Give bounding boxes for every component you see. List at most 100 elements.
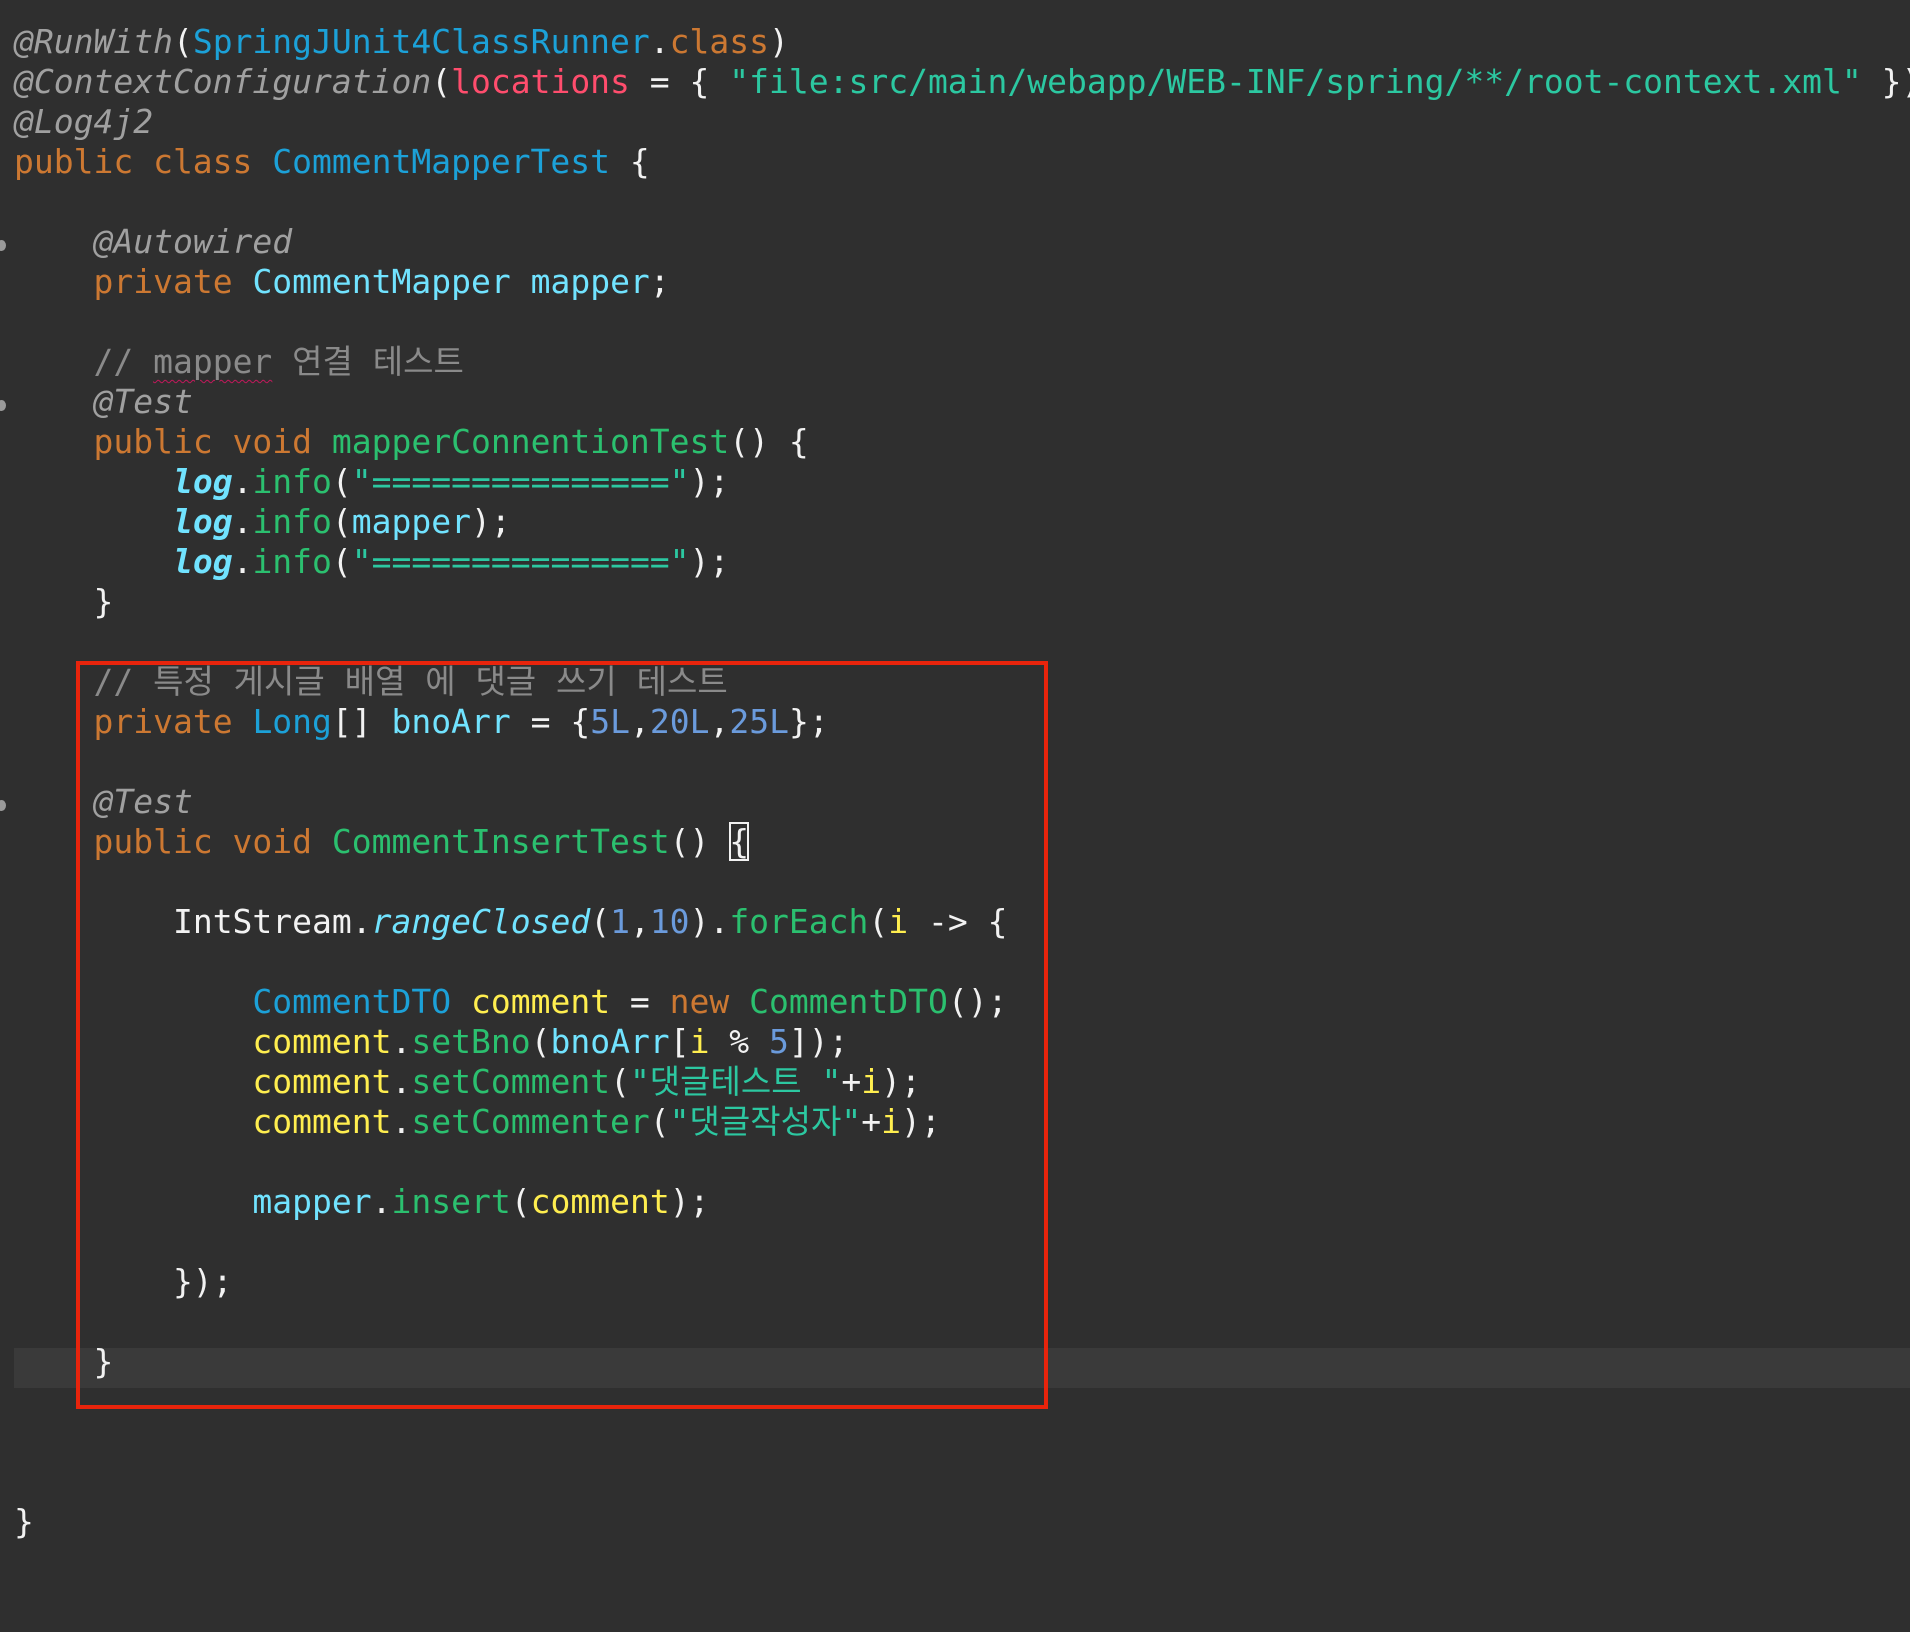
code-line[interactable]: public class CommentMapperTest { <box>14 142 1910 182</box>
code-token: 연결 테스트 <box>272 342 464 381</box>
code-token: bnoArr <box>391 702 511 741</box>
code-line[interactable] <box>14 182 1910 222</box>
code-line[interactable] <box>14 1142 1910 1182</box>
code-token: ]); <box>788 1022 849 1061</box>
code-token: . <box>391 1102 412 1141</box>
code-line[interactable]: // mapper 연결 테스트 <box>14 342 1910 382</box>
code-line[interactable]: log.info("==============="); <box>14 542 1910 582</box>
code-editor[interactable]: @RunWith(SpringJUnit4ClassRunner.class) @… <box>0 0 1910 1632</box>
code-line[interactable]: log.info("==============="); <box>14 462 1910 502</box>
code-line[interactable]: private Long[] bnoArr = {5L,20L,25L}; <box>14 702 1910 742</box>
code-token: CommentDTO <box>749 982 948 1021</box>
code-line[interactable] <box>14 622 1910 662</box>
code-token: ); <box>471 502 511 541</box>
code-token: { <box>729 822 750 861</box>
code-line[interactable]: public void CommentInsertTest() { <box>14 822 1910 862</box>
code-line[interactable]: // 특정 게시글 배열 에 댓글 쓰기 테스트 <box>14 662 1910 702</box>
code-line[interactable]: }); <box>14 1262 1910 1302</box>
code-token: mapper <box>351 502 472 541</box>
code-line[interactable]: @Autowired <box>14 222 1910 262</box>
code-token: . <box>391 1022 412 1061</box>
code-line[interactable]: @Test <box>14 782 1910 822</box>
code-token: } <box>14 1502 34 1541</box>
code-token: IntStream <box>172 902 352 941</box>
code-token: ( <box>331 502 352 541</box>
code-token: "댓글테스트 " <box>629 1062 842 1101</box>
code-token: "===============" <box>351 462 690 501</box>
code-line[interactable]: comment.setCommenter("댓글작성자"+i); <box>14 1102 1910 1142</box>
code-token: ); <box>689 462 730 501</box>
code-line[interactable] <box>14 302 1910 342</box>
code-token: @RunWith <box>14 22 173 61</box>
code-token: class <box>669 22 770 61</box>
code-token: 25L <box>729 702 789 741</box>
code-token: . <box>232 502 253 541</box>
code-token: ); <box>669 1182 710 1221</box>
code-token: "댓글작성자" <box>669 1102 862 1141</box>
code-line[interactable] <box>14 1462 1910 1502</box>
code-token: i <box>861 1062 882 1101</box>
code-token: (); <box>947 982 1008 1021</box>
code-line[interactable] <box>14 862 1910 902</box>
code-line[interactable] <box>14 1422 1910 1462</box>
code-line[interactable]: private CommentMapper mapper; <box>14 262 1910 302</box>
code-line[interactable] <box>14 942 1910 982</box>
code-token: }) <box>1881 62 1910 101</box>
fold-marker-autowired[interactable] <box>0 240 6 251</box>
code-token: @Test <box>93 782 193 821</box>
code-line[interactable]: comment.setComment("댓글테스트 "+i); <box>14 1062 1910 1102</box>
code-line[interactable]: } <box>14 582 1910 622</box>
code-token: + <box>841 1062 862 1101</box>
code-token: = { <box>510 702 591 741</box>
code-line[interactable]: public void mapperConnentionTest() { <box>14 422 1910 462</box>
code-line[interactable]: log.info(mapper); <box>14 502 1910 542</box>
fold-marker-test-2[interactable] <box>0 800 6 811</box>
code-line[interactable] <box>14 742 1910 782</box>
code-lines[interactable]: @RunWith(SpringJUnit4ClassRunner.class) @… <box>14 22 1910 1542</box>
code-line[interactable]: } <box>14 1342 1910 1382</box>
code-token: ) <box>769 22 789 61</box>
code-token: private <box>93 262 253 301</box>
code-token: () <box>669 822 730 861</box>
code-token: setCommenter <box>411 1102 650 1141</box>
code-token: "===============" <box>351 542 690 581</box>
code-line[interactable]: comment.setBno(bnoArr[i % 5]); <box>14 1022 1910 1062</box>
fold-marker-test-1[interactable] <box>0 400 6 411</box>
code-line[interactable]: @ContextConfiguration(locations = { "fil… <box>14 62 1910 102</box>
code-token: % <box>709 1022 770 1061</box>
code-line[interactable]: mapper.insert(comment); <box>14 1182 1910 1222</box>
code-token: 1 <box>610 902 630 941</box>
code-line[interactable]: @RunWith(SpringJUnit4ClassRunner.class) <box>14 22 1910 62</box>
code-token: comment <box>252 1062 392 1101</box>
code-token: "file:src/main/webapp/WEB-INF/spring/**/… <box>729 62 1862 101</box>
code-line[interactable]: CommentDTO comment = new CommentDTO(); <box>14 982 1910 1022</box>
code-line[interactable]: } <box>14 1502 1910 1542</box>
code-line[interactable]: IntStream.rangeClosed(1,10).forEach(i ->… <box>14 902 1910 942</box>
code-token: Long <box>252 702 332 741</box>
code-token: setBno <box>411 1022 531 1061</box>
code-token: . <box>232 462 253 501</box>
code-token: CommentMapper <box>252 262 511 301</box>
code-token: insert <box>391 1182 511 1221</box>
code-token: SpringJUnit4ClassRunner <box>192 22 650 61</box>
code-token: @Test <box>93 382 193 421</box>
code-line[interactable] <box>14 1222 1910 1262</box>
code-token: ); <box>689 542 730 581</box>
code-token: . <box>391 1062 412 1101</box>
code-token: ( <box>331 462 352 501</box>
code-line[interactable]: @Log4j2 <box>14 102 1910 142</box>
code-line[interactable]: @Test <box>14 382 1910 422</box>
code-token: forEach <box>729 902 869 941</box>
code-token: [ <box>669 1022 690 1061</box>
code-line[interactable] <box>14 1302 1910 1342</box>
code-token: new <box>669 982 750 1021</box>
code-line[interactable] <box>14 1382 1910 1422</box>
code-token: public class <box>14 142 273 181</box>
code-token: // <box>93 342 154 381</box>
code-token: ( <box>530 1022 551 1061</box>
